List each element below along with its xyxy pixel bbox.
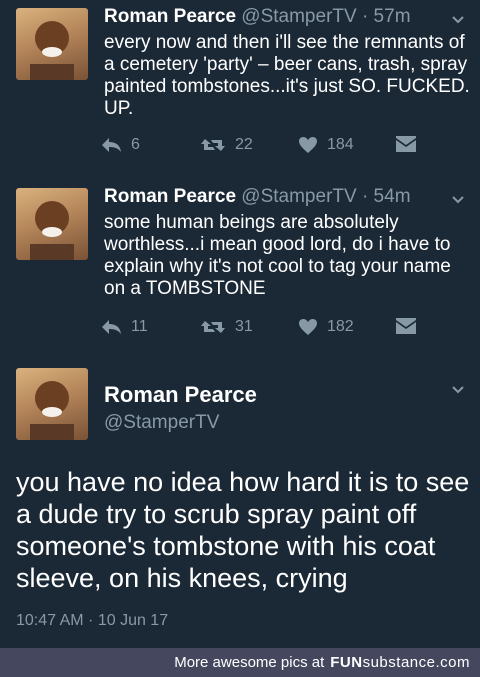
tweet-header: Roman Pearce @StamperTV · 54m <box>104 186 411 208</box>
author-name[interactable]: Roman Pearce <box>104 382 257 408</box>
tweet-2[interactable]: Roman Pearce @StamperTV · 54m some human… <box>0 180 480 352</box>
retweet-icon <box>201 139 225 151</box>
like-count: 184 <box>327 136 354 153</box>
envelope-icon <box>396 318 416 334</box>
tweet-text: every now and then i'll see the remnants… <box>104 32 470 119</box>
reply-icon <box>102 320 121 334</box>
author-name[interactable]: Roman Pearce <box>104 186 236 207</box>
tweet-time[interactable]: · 54m <box>362 186 411 207</box>
reply-icon <box>102 138 121 152</box>
chevron-down-icon[interactable] <box>450 382 466 398</box>
retweet-count: 31 <box>235 318 253 335</box>
tweet-time[interactable]: · 57m <box>362 6 411 27</box>
author-name[interactable]: Roman Pearce <box>104 6 236 27</box>
reply-button[interactable]: 6 <box>100 136 140 154</box>
chevron-down-icon[interactable] <box>450 12 466 28</box>
author-handle[interactable]: @StamperTV <box>241 6 356 27</box>
avatar[interactable] <box>16 8 88 80</box>
watermark-footer: More awesome pics at FUNsubstance.com <box>0 648 480 677</box>
main-tweet: Roman Pearce @StamperTV you have no idea… <box>0 362 480 646</box>
direct-message-button[interactable] <box>396 318 416 334</box>
tweet-header: Roman Pearce @StamperTV · 57m <box>104 6 411 28</box>
like-button[interactable]: 182 <box>298 318 354 336</box>
brand-sub: substance <box>362 654 436 671</box>
avatar[interactable] <box>16 188 88 260</box>
reply-count: 11 <box>131 318 148 335</box>
like-button[interactable]: 184 <box>298 136 354 154</box>
retweet-button[interactable]: 31 <box>200 318 253 336</box>
reply-button[interactable]: 11 <box>100 318 148 336</box>
like-count: 182 <box>327 318 354 335</box>
tweet-actions: 6 22 184 <box>100 136 430 160</box>
avatar[interactable] <box>16 368 88 440</box>
envelope-icon <box>396 136 416 152</box>
chevron-down-icon[interactable] <box>450 192 466 208</box>
tweet-timestamp[interactable]: 10:47 AM · 10 Jun 17 <box>16 612 168 630</box>
reply-count: 6 <box>131 136 140 153</box>
tweet-text: you have no idea how hard it is to see a… <box>16 467 470 593</box>
brand-fun: FUN <box>330 654 363 671</box>
retweet-icon <box>201 321 225 333</box>
retweet-count: 22 <box>235 136 253 153</box>
footer-text: More awesome pics at <box>174 654 325 671</box>
brand-tld: .com <box>435 654 470 671</box>
direct-message-button[interactable] <box>396 136 416 152</box>
author-handle[interactable]: @StamperTV <box>241 186 356 207</box>
tweet-1[interactable]: Roman Pearce @StamperTV · 57m every now … <box>0 0 480 172</box>
retweet-button[interactable]: 22 <box>200 136 253 154</box>
heart-icon <box>299 319 317 335</box>
tweet-text: some human beings are absolutely worthle… <box>104 212 451 299</box>
author-handle[interactable]: @StamperTV <box>104 412 219 434</box>
brand-logo: FUNsubstance.com <box>330 654 470 671</box>
heart-icon <box>299 137 317 153</box>
tweet-actions: 11 31 182 <box>100 318 430 342</box>
